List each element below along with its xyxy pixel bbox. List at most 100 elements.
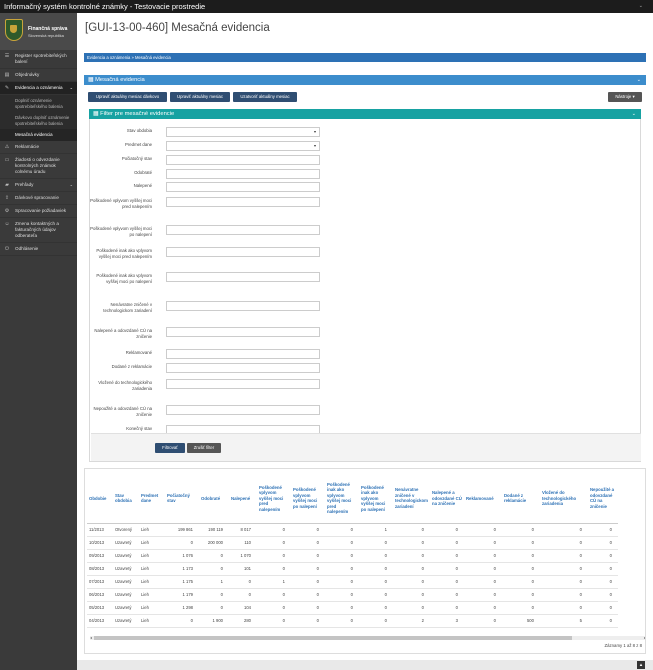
table-cell: 0	[199, 562, 229, 576]
table-cell: 0	[325, 523, 359, 537]
table-cell: 0	[587, 562, 618, 576]
sidebar-item[interactable]: ▤ Objednávky	[0, 69, 77, 82]
column-header[interactable]: Poškodené vplyvom vyššej moci po nalepen…	[291, 474, 325, 524]
column-header[interactable]: Nenávratne zničené v technologickom zari…	[393, 474, 430, 524]
filter-input[interactable]	[166, 301, 320, 311]
user-menu-icon[interactable]: ⌄	[639, 0, 643, 13]
breadcrumb[interactable]: Evidencia a oznámenia » Mesačná evidenci…	[84, 53, 646, 62]
sidebar-item-label: Dávkové spracovanie	[15, 194, 59, 200]
edit-current-batch-button[interactable]: Upraviť aktuálny mesiac dávkovo	[88, 92, 167, 102]
logo[interactable]: Finančná správa Slovenská republika	[0, 13, 77, 50]
table-row[interactable]: 10/2013 Uzavretý Lieh 0 200 000 110 0 0 0 0 0 0 0 0 0 0	[87, 536, 618, 550]
app-title-bar: Informačný systém kontrolné známky - Tes…	[0, 0, 653, 13]
column-header[interactable]: Poškodené inak ako vplyvom vyššej moci p…	[359, 474, 393, 524]
table-row[interactable]: 06/2013 Uzavretý Lieh 1 179 0 0 0 0 0 0 0 0 0 0 0 0	[87, 588, 618, 602]
sidebar-item-label: Objednávky	[15, 72, 40, 77]
filter-input[interactable]	[166, 247, 320, 257]
table-cell: 0	[393, 562, 430, 576]
scroll-right-icon[interactable]: ▸	[644, 635, 645, 640]
filter-input[interactable]	[166, 327, 320, 337]
filter-input[interactable]	[166, 379, 320, 389]
column-header[interactable]: Vložené do technologického zariadenia	[539, 474, 588, 524]
filter-reset-button[interactable]: Zrušiť filter	[187, 443, 221, 453]
filter-input[interactable]	[166, 182, 320, 192]
column-header[interactable]: Nalepené	[229, 474, 257, 524]
filter-input[interactable]	[166, 169, 320, 179]
filter-input[interactable]	[166, 349, 320, 359]
column-header[interactable]: Poškodené vplyvom vyššej moci pred nalep…	[257, 474, 291, 524]
table-cell: 0	[463, 601, 502, 615]
filter-select[interactable]: ▾	[166, 127, 320, 137]
horizontal-scrollbar[interactable]: ◂ ▸	[90, 635, 645, 640]
close-month-button[interactable]: Uzatvoriť aktuálny mesiac	[233, 92, 297, 102]
table-cell: 0	[291, 536, 325, 550]
sidebar-item[interactable]: ⚠ Reklamácie	[0, 141, 77, 154]
table-cell: 1 173	[165, 562, 199, 576]
table-cell: 1 175	[165, 575, 199, 589]
sidebar-item[interactable]: ⇪ Dávkové spracovanie	[0, 192, 77, 205]
panel-header[interactable]: ▦ Mesačná evidencia ⌄	[84, 75, 646, 85]
column-header[interactable]: Obdobie	[87, 474, 113, 524]
table-cell: 5	[539, 614, 588, 628]
column-header[interactable]: Stav obdobia	[113, 474, 139, 524]
filter-label: Nalepené a odovzdané CÚ na zničenie	[94, 328, 152, 339]
sidebar-subitem[interactable]: Mesačná evidencia	[0, 129, 77, 141]
table-cell: 0	[429, 575, 464, 589]
table-cell: 0	[539, 562, 588, 576]
table-row[interactable]: 04/2013 Uzavretý Lieh 0 1 900 280 0 0 0 0 2 3 0 500 5 0	[87, 614, 618, 628]
table-cell: 0	[587, 536, 618, 550]
column-header[interactable]: Odobraté	[199, 474, 229, 524]
table-cell: 0	[393, 575, 430, 589]
filter-select[interactable]: ▾	[166, 141, 320, 151]
edit-month-button[interactable]: Upraviť aktuálny mesiac	[170, 92, 230, 102]
scrollbar-thumb[interactable]	[94, 636, 572, 640]
sidebar-item[interactable]: ☺ Zmena kontaktných a fakturačných údajov…	[0, 218, 77, 243]
filter-input[interactable]	[166, 155, 320, 165]
sidebar-subitem[interactable]: Doplniť oznámenie spotrebiteľského balen…	[0, 95, 77, 112]
logo-line2: Slovenská republika	[28, 33, 64, 38]
sidebar-item[interactable]: ⚙ Spracovanie požiadaviek	[0, 205, 77, 218]
table-row[interactable]: 11/2013 Otvorený Lieh 199 861 190 119 8 017 0 0…	[87, 523, 618, 537]
table-cell: 0	[291, 575, 325, 589]
sidebar-item[interactable]: ⏻ Odhlásenie	[0, 243, 77, 256]
table-cell: 0	[257, 588, 291, 602]
column-header[interactable]: Reklamované	[463, 474, 502, 524]
column-header[interactable]: Predmet dane	[139, 474, 165, 524]
column-header[interactable]: Dodané z reklamácie	[501, 474, 540, 524]
sidebar-item[interactable]: ▭ Žiadosti o odvezdanie kontrolných známo…	[0, 154, 77, 179]
table-row[interactable]: 09/2013 Uzavretý Lieh 1 076 0 1 070 0 0 0 0 0 0 0 0 0 0	[87, 549, 618, 563]
column-header[interactable]: Poškodené inak ako vplyvom vyššej moci p…	[325, 474, 359, 524]
filter-input[interactable]	[166, 225, 320, 235]
collapse-chevron-icon[interactable]: ⌄	[637, 75, 641, 85]
table-cell: 0	[325, 549, 359, 563]
sidebar-subitem[interactable]: Dávkovo doplniť oznámenie spotrebiteľské…	[0, 112, 77, 129]
table-cell: 0	[463, 575, 502, 589]
filter-collapse-chevron-icon[interactable]: ⌄	[632, 109, 636, 119]
filter-input[interactable]	[166, 363, 320, 373]
table-row[interactable]: 05/2013 Uzavretý Lieh 1 298 0 104 0 0 0 0 0 0 0 0 0 0	[87, 601, 618, 615]
filter-submit-button[interactable]: Filtrovať	[155, 443, 185, 453]
sidebar-item[interactable]: ▰ Prehľady ⌄	[0, 179, 77, 192]
table-row[interactable]: 07/2013 Uzavretý Lieh 1 175 1 0 1 0 0 0 0 0 0 0 0 0	[87, 575, 618, 589]
column-header[interactable]: Nepoužité a odovzdané CÚ na zničenie	[587, 474, 618, 524]
sidebar-item[interactable]: ☰ Register spotrebiteľských balení	[0, 50, 77, 69]
filter-input[interactable]	[166, 197, 320, 207]
table-cell: 0	[291, 588, 325, 602]
filter-label: Poškodené inak ako vplyvom vyššej moci p…	[96, 248, 152, 259]
filter-input[interactable]	[166, 272, 320, 282]
scroll-to-top-icon[interactable]: ▴	[637, 661, 645, 669]
sidebar-item[interactable]: ✎ Evidencia a oznámenia ⌄	[0, 82, 77, 95]
filter-input[interactable]	[166, 405, 320, 415]
table-row[interactable]: 08/2013 Uzavretý Lieh 1 173 0 101 0 0 0 0 0 0 0 0 0 0	[87, 562, 618, 576]
filter-header[interactable]: ▦ Filter pre mesačné evidencie ⌄	[89, 109, 641, 119]
scroll-left-icon[interactable]: ◂	[90, 635, 92, 640]
table-cell: 0	[463, 523, 502, 537]
column-header[interactable]: Počiatočný stav	[165, 474, 199, 524]
sidebar-item-label: Register spotrebiteľských balení	[15, 53, 67, 64]
table-cell: 0	[359, 588, 393, 602]
filter-label: Vložené do technologického zariadenia	[98, 380, 152, 391]
tools-dropdown-button[interactable]: Nástroje ▾	[608, 92, 642, 102]
table-cell: Uzavretý	[113, 549, 139, 563]
column-header[interactable]: Nalepené a odovzdané CÚ na zničenie	[429, 474, 464, 524]
table-cell: Lieh	[139, 523, 165, 537]
